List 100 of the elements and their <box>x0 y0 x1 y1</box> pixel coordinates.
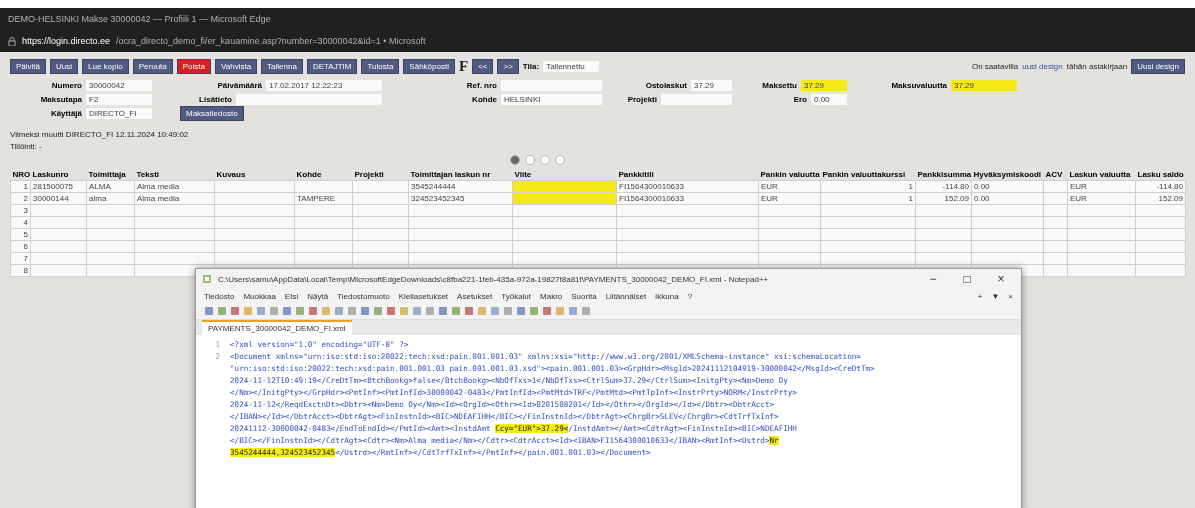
toolbar-button[interactable]: Uusi <box>50 58 79 74</box>
column-header: Lasku saldo <box>1136 169 1185 181</box>
table-cell: 1 <box>820 180 916 193</box>
field-label: Käyttäjä <box>50 108 82 118</box>
pager-dot[interactable] <box>555 155 565 165</box>
column-header: Toimittajan laskun nr <box>408 169 513 181</box>
menu-item[interactable]: Asetukset <box>457 291 493 301</box>
menu-control[interactable]: + <box>977 291 983 301</box>
menu-item[interactable]: Ikkuna <box>655 291 679 301</box>
menu-item[interactable]: Muokkaa <box>243 291 276 301</box>
menu-item[interactable]: Työkalut <box>501 291 532 301</box>
column-header: Toimittaja <box>86 169 135 181</box>
status-field: Tallennettu <box>543 60 600 72</box>
field-label: Numero <box>51 80 82 90</box>
nav-button[interactable]: >> <box>497 58 519 74</box>
table-cell: 1 <box>10 180 31 193</box>
menu-item[interactable]: Tiedosto <box>204 291 235 301</box>
toolbar-button[interactable]: Vahvista <box>215 58 258 74</box>
menu-item[interactable]: Liitännäiset <box>605 291 647 301</box>
form-field[interactable]: F2 <box>86 93 152 105</box>
column-header: Pankin valuuttakurssi <box>820 169 916 181</box>
field-label: Maksuvaluutta <box>891 80 947 90</box>
table-cell: 3545244444 <box>408 180 513 193</box>
nav-button[interactable]: << <box>472 58 494 74</box>
file-button[interactable]: Maksatiedosto <box>180 105 244 121</box>
new-design-link[interactable]: uusi design <box>1022 61 1063 71</box>
form-field[interactable]: 37.29 <box>691 79 732 91</box>
column-header: ACV <box>1043 169 1068 181</box>
column-header: Kohde <box>294 169 353 181</box>
posting-text: Tiliöinti: - <box>10 142 43 151</box>
field-label: Ostolaskut <box>645 80 687 90</box>
file-tab[interactable]: PAYMENTS_30000042_DEMO_FI.xml <box>202 320 352 335</box>
column-header: Pankkitili <box>616 169 759 181</box>
notice-text: On saatavilla <box>971 61 1019 71</box>
table-cell: EUR <box>1067 180 1136 193</box>
url-path[interactable]: /ocra_directo_demo_fi/er_kauamine.asp?number=30000042&id=1 • Microsoft <box>116 36 426 46</box>
column-header: Hyväksymiskoodi <box>971 169 1044 181</box>
field-label: Maksettu <box>762 80 797 90</box>
field-label: Päivämäärä <box>217 80 262 90</box>
form-field[interactable]: HELSINKI <box>501 93 602 105</box>
url-host[interactable]: https://login.directo.ee <box>22 36 111 46</box>
window-control[interactable]: − <box>919 272 947 286</box>
toolbar-button[interactable]: Sähköposti <box>403 58 455 74</box>
menu-item[interactable]: Näytä <box>307 291 329 301</box>
window-control[interactable]: × <box>987 272 1015 286</box>
table-cell: EUR <box>758 180 821 193</box>
menu-item[interactable]: Kieliasetukset <box>398 291 449 301</box>
toolbar-button[interactable]: Tulosta <box>361 58 400 74</box>
pager-dot[interactable] <box>540 155 550 165</box>
lock-icon <box>8 36 16 46</box>
toolbar-button[interactable]: Peruuta <box>132 58 173 74</box>
form-field[interactable]: 17.02.2017 12:22:23 <box>266 79 382 91</box>
column-header: Kuvaus <box>214 169 295 181</box>
form-field[interactable]: 0.00 <box>811 93 847 105</box>
form-field[interactable] <box>661 93 732 105</box>
status-label: Tila: <box>522 61 540 71</box>
toolbar-button[interactable]: Päivitä <box>10 58 46 74</box>
table-cell: -114.80 <box>1135 180 1186 193</box>
notice-text: tähän asiakirjaan <box>1066 61 1128 71</box>
new-design-button[interactable]: Uusi design <box>1131 58 1185 74</box>
column-header: Pankkisumma <box>916 169 972 181</box>
menu-control[interactable]: × <box>1008 291 1013 301</box>
logo: F <box>458 57 469 75</box>
toolbar-button[interactable]: Poista <box>176 58 211 74</box>
window-control[interactable]: □ <box>953 272 981 286</box>
window-title: DEMO-HELSINKI Makse 30000042 — Profiili 1 — Microsoft Edge <box>8 14 271 24</box>
field-label: Ero <box>793 94 807 104</box>
column-header: Laskunro <box>30 169 87 181</box>
pager-dot[interactable] <box>510 155 520 165</box>
field-label: Projekti <box>627 94 657 104</box>
column-header: Viite <box>512 169 617 181</box>
form-field[interactable]: 30000042 <box>86 79 152 91</box>
column-header: Laskun valuutta <box>1067 169 1136 181</box>
column-header: Pankin valuutta <box>758 169 821 181</box>
table-cell: 281500075 <box>30 180 87 193</box>
pager-dot[interactable] <box>525 155 535 165</box>
menu-item[interactable]: Tiedostomuoto <box>337 291 390 301</box>
notepad-icon <box>202 274 212 284</box>
last-modified-text: Viimeksi muutti DIRECTO_FI 12.11.2024 10:49:02 <box>10 130 190 139</box>
column-header: Teksti <box>134 169 215 181</box>
field-label: Lisätieto <box>199 94 232 104</box>
table-cell: FI1564300010633 <box>616 180 759 193</box>
toolbar-button[interactable]: Lue kopio <box>82 58 129 74</box>
field-label: Kohde <box>472 94 497 104</box>
form-field[interactable]: 37.29 <box>801 79 847 91</box>
column-header: NRO <box>11 169 31 181</box>
table-cell: 0.00 <box>971 180 1044 193</box>
menu-item[interactable]: Makro <box>540 291 563 301</box>
form-field[interactable]: 37.29 <box>951 79 1017 91</box>
field-label: Ref. nro <box>466 80 497 90</box>
menu-item[interactable]: Etsi <box>284 291 299 301</box>
table-cell: Alma media <box>134 180 215 193</box>
menu-item[interactable]: ? <box>687 291 693 301</box>
toolbar-button[interactable]: Tallenna <box>261 58 303 74</box>
form-field[interactable] <box>501 79 602 91</box>
menu-control[interactable]: ▼ <box>991 291 1000 301</box>
form-field[interactable]: DIRECTO_FI <box>86 107 152 119</box>
form-field[interactable] <box>236 93 382 105</box>
toolbar-button[interactable]: DETAJTIM <box>306 58 358 74</box>
menu-item[interactable]: Suorita <box>571 291 597 301</box>
